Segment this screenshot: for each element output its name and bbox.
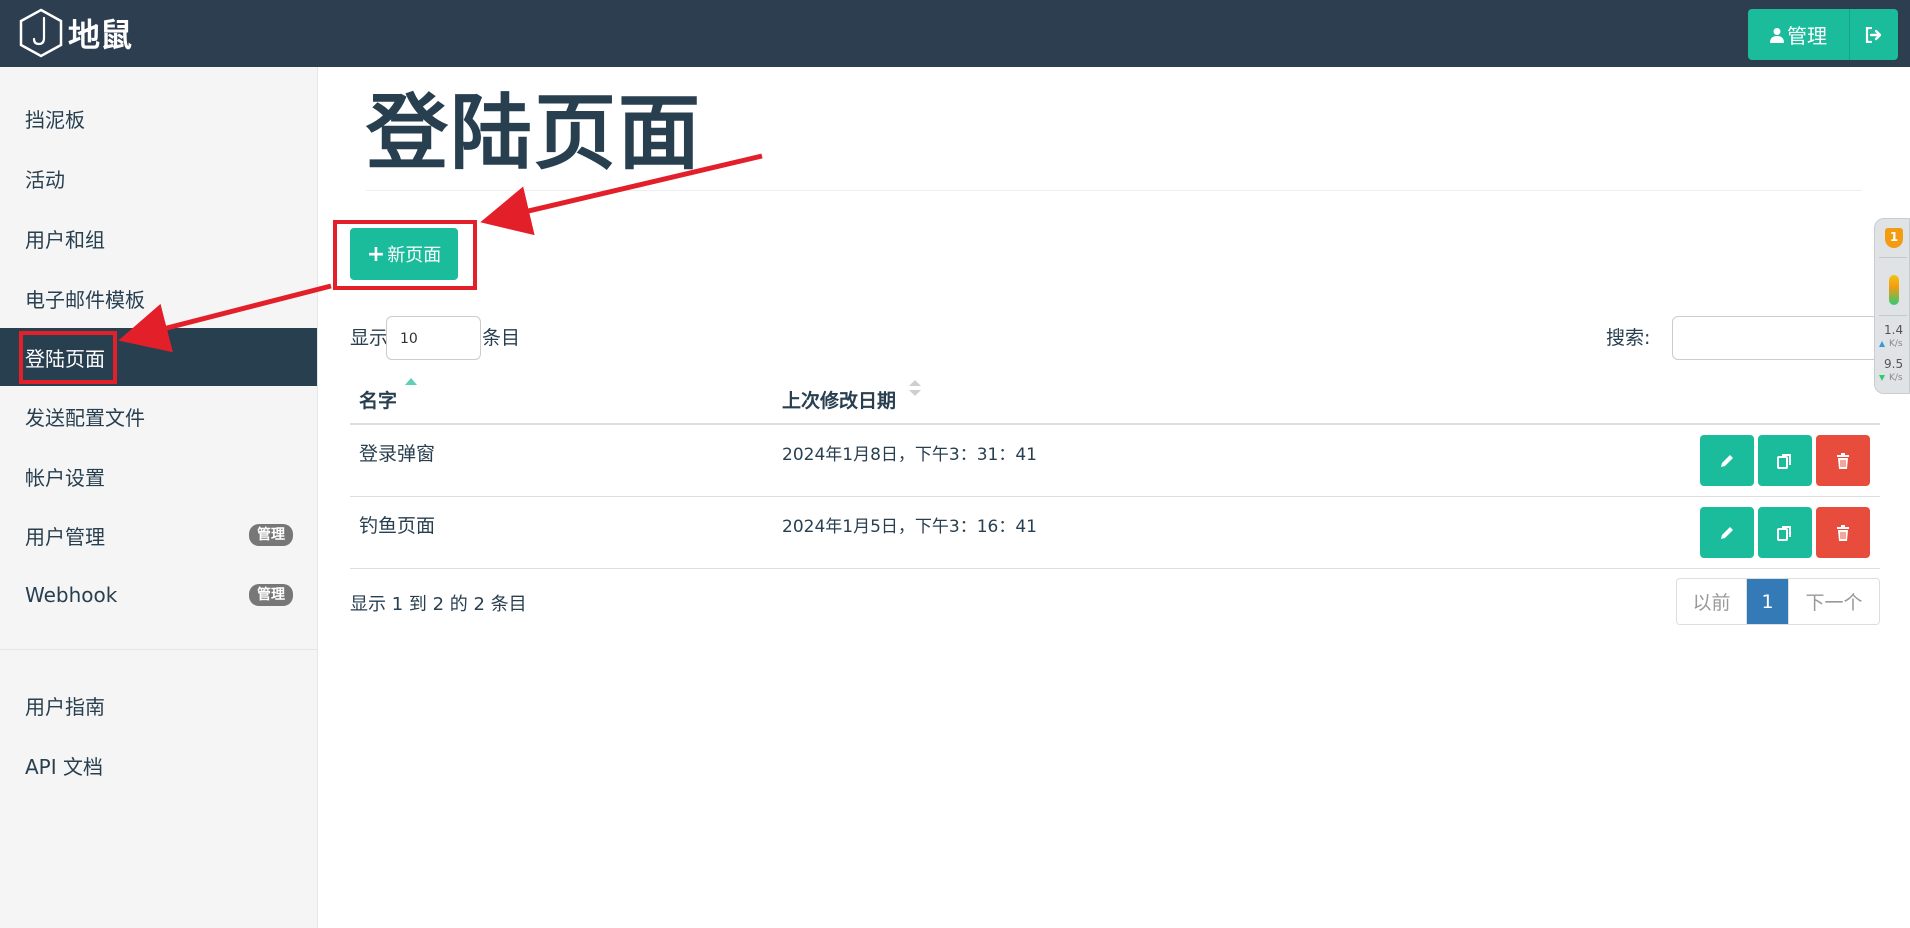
sidebar-item-landing-pages[interactable]: 登陆页面 xyxy=(0,328,317,386)
copy-icon xyxy=(1777,453,1791,469)
admin-badge: 管理 xyxy=(249,584,293,606)
search-label: 搜索: xyxy=(1606,327,1651,349)
length-prefix-label: 显示 xyxy=(350,327,389,349)
upload-arrow-icon xyxy=(1879,341,1885,347)
download-speed-unit: K/s xyxy=(1889,373,1903,383)
sidebar-item-label: 挡泥板 xyxy=(25,107,85,132)
pencil-icon xyxy=(1721,526,1733,539)
admin-menu-label: 管理 xyxy=(1787,24,1827,48)
sidebar-item-user-management[interactable]: 用户管理 管理 xyxy=(0,506,317,564)
sort-down-icon xyxy=(909,390,921,396)
hook-hexagon-logo-icon xyxy=(19,8,63,58)
logout-button[interactable] xyxy=(1850,9,1898,60)
page-name-cell: 登录弹窗 xyxy=(359,443,436,465)
page-name-cell: 钓鱼页面 xyxy=(359,515,436,537)
trash-icon xyxy=(1837,452,1849,469)
edit-button[interactable] xyxy=(1700,435,1754,486)
sidebar-item-label: Webhook xyxy=(25,583,118,607)
sidebar-item-account-settings[interactable]: 帐户设置 xyxy=(0,447,317,505)
thermometer-icon xyxy=(1889,275,1899,305)
table-row: 登录弹窗 2024年1月8日，下午3：31：41 xyxy=(350,425,1880,497)
title-divider xyxy=(366,190,1862,191)
sidebar-item-sending-profiles[interactable]: 发送配置文件 xyxy=(0,387,317,445)
table-info-text: 显示 1 到 2 的 2 条目 xyxy=(350,594,527,615)
admin-menu-button[interactable]: 管理 xyxy=(1748,9,1850,60)
table-row: 钓鱼页面 2024年1月5日，下午3：16：41 xyxy=(350,497,1880,569)
pagination-next[interactable]: 下一个 xyxy=(1788,579,1879,624)
download-speed-value: 9.5 xyxy=(1884,357,1904,371)
widget-divider xyxy=(1879,315,1907,316)
upload-speed-value: 1.4 xyxy=(1884,323,1904,337)
search-input[interactable] xyxy=(1672,316,1880,360)
length-suffix-label: 条目 xyxy=(482,327,521,349)
sidebar-item-campaigns[interactable]: 活动 xyxy=(0,149,317,207)
sidebar-item-dashboard[interactable]: 挡泥板 xyxy=(0,89,317,147)
upload-speed-unit: K/s xyxy=(1889,339,1903,349)
header-button-group: 管理 xyxy=(1748,9,1898,60)
sort-up-icon xyxy=(909,380,921,386)
sidebar: 挡泥板 活动 用户和组 电子邮件模板 登陆页面 发送配置文件 帐户设置 用户管理… xyxy=(0,67,318,928)
download-arrow-icon xyxy=(1879,375,1885,381)
sidebar-item-label: 发送配置文件 xyxy=(25,405,145,430)
sidebar-item-label: API 文档 xyxy=(25,754,103,779)
delete-button[interactable] xyxy=(1816,435,1870,486)
pagination-page-1[interactable]: 1 xyxy=(1747,579,1788,624)
sidebar-item-api-docs[interactable]: API 文档 xyxy=(0,736,317,794)
sidebar-item-users-groups[interactable]: 用户和组 xyxy=(0,209,317,267)
modified-date-cell: 2024年1月8日，下午3：31：41 xyxy=(782,445,1037,465)
pencil-icon xyxy=(1721,454,1733,467)
copy-button[interactable] xyxy=(1758,507,1812,558)
sign-out-icon xyxy=(1865,26,1882,43)
top-navbar: 地鼠 管理 xyxy=(0,0,1910,67)
edit-button[interactable] xyxy=(1700,507,1754,558)
admin-badge: 管理 xyxy=(249,524,293,546)
shield-badge-icon: 1 xyxy=(1885,228,1903,248)
trash-icon xyxy=(1837,524,1849,541)
page-title: 登陆页面 xyxy=(366,86,703,181)
pagination: 以前 1 下一个 xyxy=(1676,578,1880,625)
delete-button[interactable] xyxy=(1816,507,1870,558)
sidebar-item-label: 帐户设置 xyxy=(25,465,105,490)
sidebar-item-label: 用户和组 xyxy=(25,227,105,252)
column-header-modified-date[interactable]: 上次修改日期 xyxy=(782,386,896,413)
sidebar-item-label: 电子邮件模板 xyxy=(25,287,145,312)
sidebar-item-label: 登陆页面 xyxy=(25,346,105,371)
copy-icon xyxy=(1777,525,1791,541)
sidebar-item-label: 活动 xyxy=(25,167,65,192)
entries-per-page-select[interactable]: 10 xyxy=(386,316,481,360)
sidebar-item-webhook[interactable]: Webhook 管理 xyxy=(0,566,317,624)
pagination-previous[interactable]: 以前 xyxy=(1677,579,1747,624)
column-header-name[interactable]: 名字 xyxy=(359,386,397,413)
new-page-label: 新页面 xyxy=(387,245,442,266)
sidebar-item-label: 用户管理 xyxy=(25,524,105,549)
sidebar-item-email-templates[interactable]: 电子邮件模板 xyxy=(0,269,317,327)
brand-name: 地鼠 xyxy=(68,16,133,54)
widget-divider xyxy=(1879,257,1907,258)
network-monitor-widget[interactable]: 1 1.4 K/s 9.5 K/s xyxy=(1874,218,1910,394)
sort-ascending-icon xyxy=(405,378,417,385)
modified-date-cell: 2024年1月5日，下午3：16：41 xyxy=(782,517,1037,537)
user-icon xyxy=(1770,27,1784,43)
sidebar-divider xyxy=(0,649,317,650)
copy-button[interactable] xyxy=(1758,435,1812,486)
plus-icon: + xyxy=(366,241,386,267)
new-page-button[interactable]: + 新页面 xyxy=(350,228,458,280)
sidebar-item-user-guide[interactable]: 用户指南 xyxy=(0,676,317,734)
brand[interactable]: 地鼠 xyxy=(18,6,132,60)
sidebar-item-label: 用户指南 xyxy=(25,694,105,719)
